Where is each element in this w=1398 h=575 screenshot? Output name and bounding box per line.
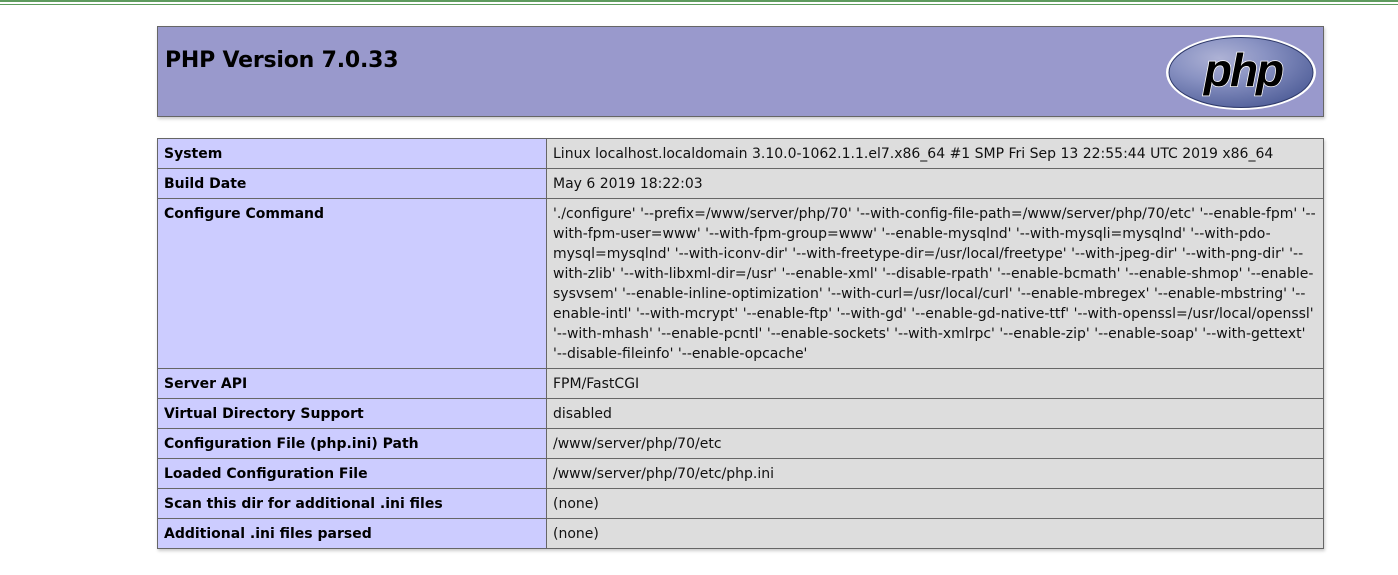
row-value: /www/server/php/70/etc bbox=[546, 428, 1324, 459]
row-value: (none) bbox=[546, 488, 1324, 519]
row-value: './configure' '--prefix=/www/server/php/… bbox=[546, 198, 1324, 369]
table-row: Virtual Directory Support disabled bbox=[157, 398, 1324, 429]
row-value: (none) bbox=[546, 518, 1324, 549]
info-table: System Linux localhost.localdomain 3.10.0… bbox=[157, 138, 1324, 549]
table-row: System Linux localhost.localdomain 3.10.0… bbox=[157, 138, 1324, 169]
php-logo-link[interactable]: php bbox=[1165, 34, 1317, 115]
table-row: Build Date May 6 2019 18:22:03 bbox=[157, 168, 1324, 199]
top-border-line bbox=[0, 0, 1398, 2]
row-key: Configure Command bbox=[157, 198, 547, 369]
row-key: Virtual Directory Support bbox=[157, 398, 547, 429]
row-key: Build Date bbox=[157, 168, 547, 199]
php-logo-text: php bbox=[1202, 44, 1283, 96]
row-value: Linux localhost.localdomain 3.10.0-1062.… bbox=[546, 138, 1324, 169]
row-value: /www/server/php/70/etc/php.ini bbox=[546, 458, 1324, 489]
phpinfo-center: PHP Version 7.0.33 php System Linux local… bbox=[157, 26, 1324, 549]
row-key: Loaded Configuration File bbox=[157, 458, 547, 489]
row-value: May 6 2019 18:22:03 bbox=[546, 168, 1324, 199]
version-header: PHP Version 7.0.33 php bbox=[157, 26, 1324, 117]
table-row: Configuration File (php.ini) Path/www/se… bbox=[157, 428, 1324, 459]
row-key: Additional .ini files parsed bbox=[157, 518, 547, 549]
table-row: Additional .ini files parsed (none) bbox=[157, 518, 1324, 549]
row-key: System bbox=[157, 138, 547, 169]
row-value: FPM/FastCGI bbox=[546, 368, 1324, 399]
row-value: disabled bbox=[546, 398, 1324, 429]
table-row: Loaded Configuration File/www/server/php… bbox=[157, 458, 1324, 489]
table-row: Configure Command './configure' '--prefix… bbox=[157, 198, 1324, 369]
row-key: Scan this dir for additional .ini files bbox=[157, 488, 547, 519]
php-logo-icon: php bbox=[1166, 35, 1316, 110]
table-row: Scan this dir for additional .ini files(… bbox=[157, 488, 1324, 519]
top-border-line-secondary bbox=[0, 4, 1398, 5]
page-title: PHP Version 7.0.33 bbox=[165, 48, 399, 73]
info-table-body: System Linux localhost.localdomain 3.10.0… bbox=[157, 138, 1324, 549]
table-row: Server API FPM/FastCGI bbox=[157, 368, 1324, 399]
row-key: Server API bbox=[157, 368, 547, 399]
row-key: Configuration File (php.ini) Path bbox=[157, 428, 547, 459]
